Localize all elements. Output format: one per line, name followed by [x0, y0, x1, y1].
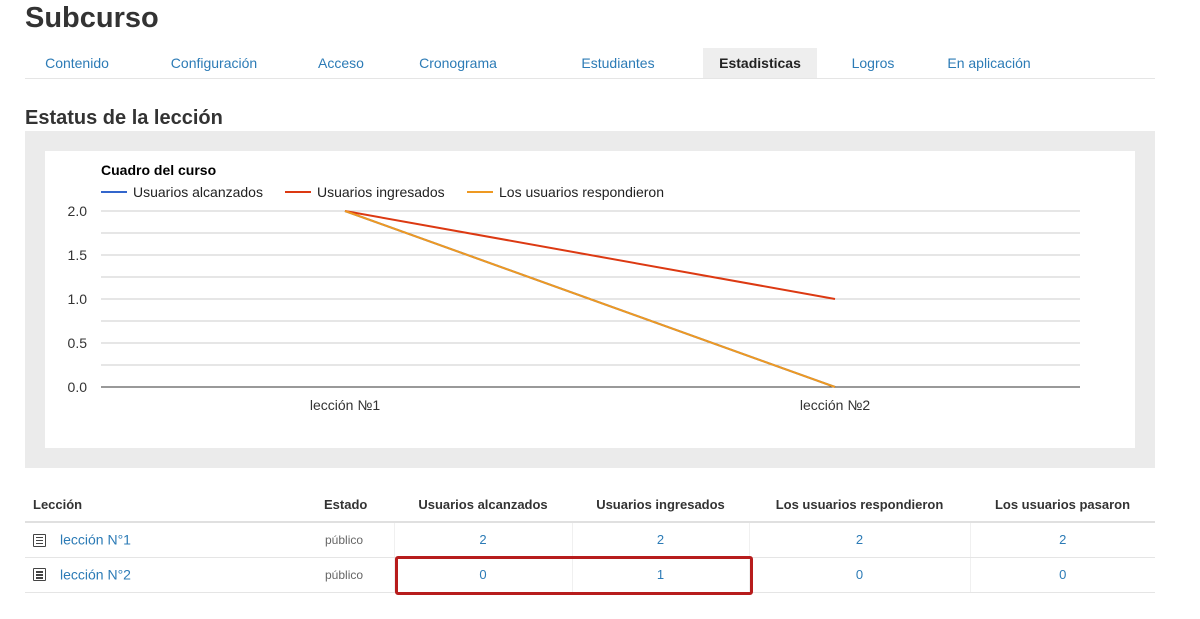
tab-configuracion[interactable]: Configuración	[129, 48, 299, 78]
table-row: lección N°2 público 0 1 0 0	[25, 557, 1155, 593]
header-answered: Los usuarios respondieron	[749, 488, 970, 523]
x-tick-label: lección №2	[800, 397, 870, 413]
answered-cell: 2	[748, 522, 970, 558]
answered-cell: 0	[748, 557, 970, 593]
lesson-cell: lección N°1	[25, 522, 324, 558]
legend-label: Usuarios alcanzados	[133, 184, 263, 200]
entered-link[interactable]: 1	[657, 567, 664, 582]
reached-link[interactable]: 0	[479, 567, 486, 582]
table-row: lección N°1 público 2 2 2 2	[25, 522, 1155, 558]
y-tick-label: 1.0	[68, 291, 88, 307]
chart-title: Cuadro del curso	[101, 162, 216, 178]
header-entered: Usuarios ingresados	[572, 488, 749, 523]
answered-link[interactable]: 2	[856, 532, 863, 547]
x-tick-label: lección №1	[310, 397, 380, 413]
reached-cell: 0	[393, 557, 572, 593]
passed-link[interactable]: 0	[1059, 567, 1066, 582]
chart-card: Cuadro del curso Usuarios alcanzados Usuar…	[45, 151, 1135, 448]
passed-cell: 0	[969, 557, 1155, 593]
page: Subcurso Contenido Configuración Acceso …	[0, 0, 1200, 619]
lesson-list-icon	[33, 533, 46, 547]
tab-estadisticas[interactable]: Estadisticas	[703, 48, 817, 78]
table-header-row: Lección Estado Usuarios alcanzados Usuar…	[25, 488, 1155, 523]
tab-en-aplicacion[interactable]: En aplicación	[929, 48, 1049, 78]
tab-cronograma[interactable]: Cronograma	[383, 48, 533, 78]
y-tick-label: 1.5	[68, 247, 88, 263]
passed-cell: 2	[969, 522, 1155, 558]
tab-contenido[interactable]: Contenido	[25, 48, 129, 78]
header-lesson: Lección	[25, 488, 324, 523]
tab-logros[interactable]: Logros	[817, 48, 929, 78]
entered-link[interactable]: 2	[657, 532, 664, 547]
y-tick-label: 0.0	[68, 379, 88, 395]
state-cell: público	[324, 522, 394, 558]
header-state: Estado	[324, 488, 394, 523]
header-passed: Los usuarios pasaron	[970, 488, 1155, 523]
lesson-link[interactable]: lección N°1	[60, 532, 131, 548]
y-tick-label: 0.5	[68, 335, 88, 351]
lessons-table: Lección Estado Usuarios alcanzados Usuar…	[25, 488, 1155, 593]
entered-cell: 2	[571, 522, 749, 558]
lessons-table-wrap: Lección Estado Usuarios alcanzados Usuar…	[25, 488, 1155, 593]
section-title: Estatus de la lección	[25, 107, 223, 129]
reached-link[interactable]: 2	[479, 532, 486, 547]
tab-acceso[interactable]: Acceso	[299, 48, 383, 78]
answered-link[interactable]: 0	[856, 567, 863, 582]
state-cell: público	[324, 557, 394, 593]
y-tick-label: 2.0	[68, 203, 88, 219]
lesson-cell: lección N°2	[25, 557, 324, 593]
page-title: Subcurso	[25, 2, 159, 34]
entered-cell: 1	[571, 557, 749, 593]
reached-cell: 2	[393, 522, 572, 558]
legend-label: Los usuarios respondieron	[499, 184, 664, 200]
passed-link[interactable]: 2	[1059, 532, 1066, 547]
course-line-chart: Cuadro del curso Usuarios alcanzados Usuar…	[68, 162, 1080, 413]
legend-label: Usuarios ingresados	[317, 184, 445, 200]
header-reached: Usuarios alcanzados	[394, 488, 572, 523]
chart-panel: Cuadro del curso Usuarios alcanzados Usuar…	[25, 131, 1155, 468]
tab-bar: Contenido Configuración Acceso Cronogram…	[25, 48, 1155, 79]
lesson-link[interactable]: lección N°2	[60, 567, 131, 583]
tab-estudiantes[interactable]: Estudiantes	[533, 48, 703, 78]
lesson-list-icon	[33, 568, 46, 582]
